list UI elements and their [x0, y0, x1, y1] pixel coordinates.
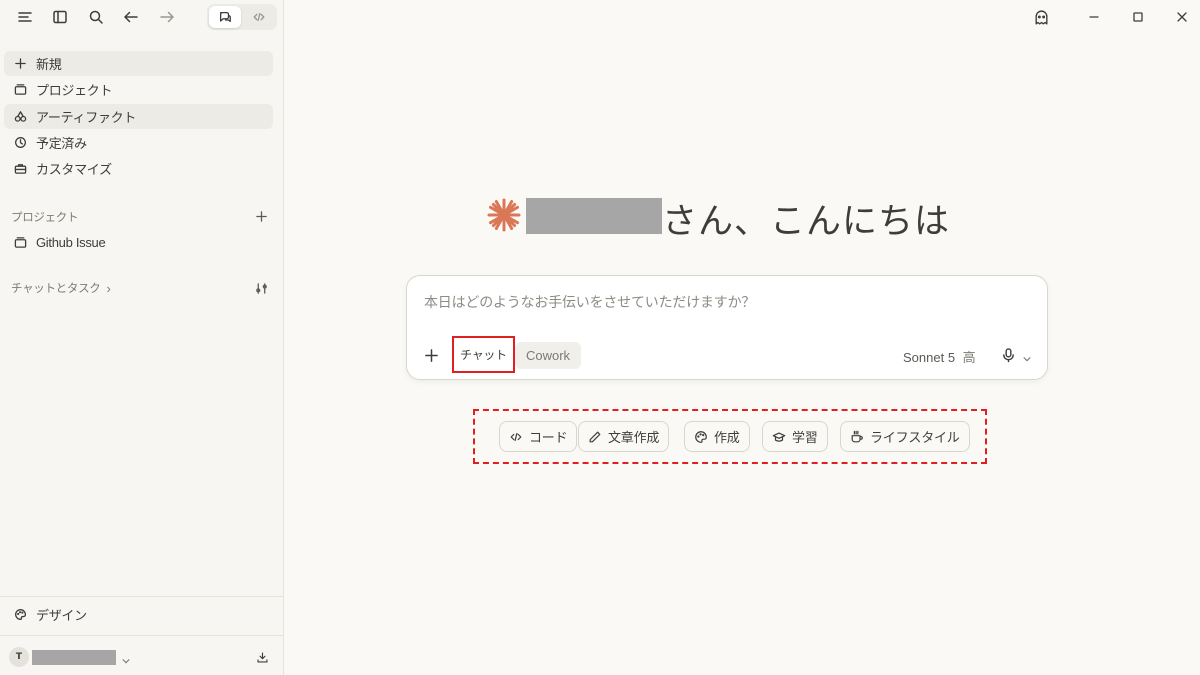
- code-icon: [510, 432, 522, 441]
- close-icon[interactable]: [1172, 7, 1192, 27]
- avatar[interactable]: T: [9, 647, 29, 667]
- sidebar-icon[interactable]: [51, 8, 69, 26]
- chevron-down-icon[interactable]: [121, 651, 133, 664]
- effort-level: 高: [962, 350, 976, 365]
- sidebar-item-scheduled[interactable]: 予定済み: [4, 130, 273, 155]
- plus-icon: [255, 210, 267, 222]
- code-mode-icon[interactable]: [243, 6, 275, 28]
- claude-logo-icon: [486, 197, 522, 233]
- menu-icon[interactable]: [16, 8, 34, 26]
- minimize-icon[interactable]: [1084, 7, 1104, 27]
- model-selector[interactable]: Sonnet 5 高: [903, 347, 976, 366]
- add-project-button[interactable]: [252, 207, 270, 225]
- briefcase-icon: [12, 161, 28, 177]
- folder-icon: [12, 235, 28, 251]
- model-name: Sonnet 5: [903, 350, 956, 365]
- chip-label: 作成: [714, 430, 740, 445]
- sidebar-item-label: カスタマイズ: [36, 162, 112, 177]
- chats-section-label: チャットとタスク: [11, 283, 101, 295]
- sidebar-item-label: アーティファクト: [36, 110, 137, 125]
- chat-mode-icon[interactable]: [209, 6, 241, 28]
- palette-icon: [695, 430, 707, 443]
- clock-icon: [12, 135, 28, 151]
- cowork-mode-button[interactable]: Cowork: [515, 342, 581, 369]
- chip-writing[interactable]: 文章作成: [578, 421, 670, 452]
- message-composer[interactable]: 本日はどのようなお手伝いをさせていただけますか？ チャット Cowork Son…: [406, 275, 1048, 380]
- folder-icon: [12, 82, 28, 98]
- sidebar-divider: [0, 596, 284, 597]
- chip-label: ライフスタイル: [870, 430, 960, 445]
- chip-code[interactable]: コード: [499, 421, 578, 452]
- palette-icon: [12, 607, 28, 623]
- sidebar-item-label: プロジェクト: [36, 83, 113, 98]
- chip-create[interactable]: 作成: [684, 421, 750, 452]
- sidebar-item-label: Github Issue: [36, 235, 106, 250]
- sidebar-item-customize[interactable]: カスタマイズ: [4, 156, 273, 181]
- sidebar: 新規 プロジェクト アーティファクト 予定済み カスタマイズ プロジェクト Gi…: [0, 0, 284, 675]
- sidebar-item-new[interactable]: 新規: [4, 51, 273, 76]
- chat-mode-button[interactable]: チャット: [452, 336, 515, 373]
- back-icon[interactable]: [122, 8, 140, 26]
- forward-icon[interactable]: [158, 8, 176, 26]
- sidebar-toolbar: [0, 0, 284, 34]
- download-icon[interactable]: [256, 649, 272, 665]
- sidebar-item-label: デザイン: [36, 608, 87, 623]
- chip-label: 学習: [792, 430, 818, 445]
- sliders-icon: [255, 282, 267, 294]
- plus-icon: [424, 348, 438, 362]
- greeting-text: さん、こんにちは: [662, 202, 951, 242]
- artifacts-icon: [12, 109, 28, 125]
- plus-icon: [12, 56, 28, 72]
- redacted-user-name: [526, 198, 662, 234]
- chats-section-toggle[interactable]: チャットとタスク ›: [11, 280, 111, 296]
- projects-section-label: プロジェクト: [11, 212, 79, 224]
- coffee-icon: [851, 430, 863, 442]
- message-input-placeholder[interactable]: 本日はどのようなお手伝いをさせていただけますか？: [424, 292, 755, 312]
- sidebar-item-projects[interactable]: プロジェクト: [4, 77, 273, 102]
- microphone-icon[interactable]: [999, 345, 1017, 365]
- search-icon[interactable]: [87, 8, 105, 26]
- chip-learn[interactable]: 学習: [762, 421, 828, 452]
- chat-mode-label: チャット: [460, 348, 507, 362]
- chip-label: コード: [529, 430, 568, 445]
- chevron-right-icon: ›: [106, 280, 111, 296]
- sidebar-item-label: 予定済み: [36, 136, 87, 151]
- pencil-icon: [589, 431, 601, 442]
- maximize-icon[interactable]: [1128, 7, 1148, 27]
- chevron-down-icon[interactable]: [1022, 349, 1034, 362]
- sidebar-item-artifacts[interactable]: アーティファクト: [4, 104, 273, 129]
- sidebar-item-label: 新規: [36, 57, 62, 72]
- sidebar-item-design[interactable]: デザイン: [4, 602, 273, 627]
- redacted-username[interactable]: [32, 650, 116, 665]
- ghost-mode-icon[interactable]: [1031, 7, 1051, 27]
- sidebar-item-github-issue[interactable]: Github Issue: [4, 230, 273, 255]
- mode-toggle: [207, 4, 277, 30]
- chip-lifestyle[interactable]: ライフスタイル: [840, 421, 970, 452]
- filter-button[interactable]: [252, 279, 270, 297]
- graduation-cap-icon: [772, 431, 786, 442]
- sidebar-divider: [0, 635, 284, 636]
- chip-label: 文章作成: [608, 430, 660, 445]
- attach-button[interactable]: [421, 345, 441, 365]
